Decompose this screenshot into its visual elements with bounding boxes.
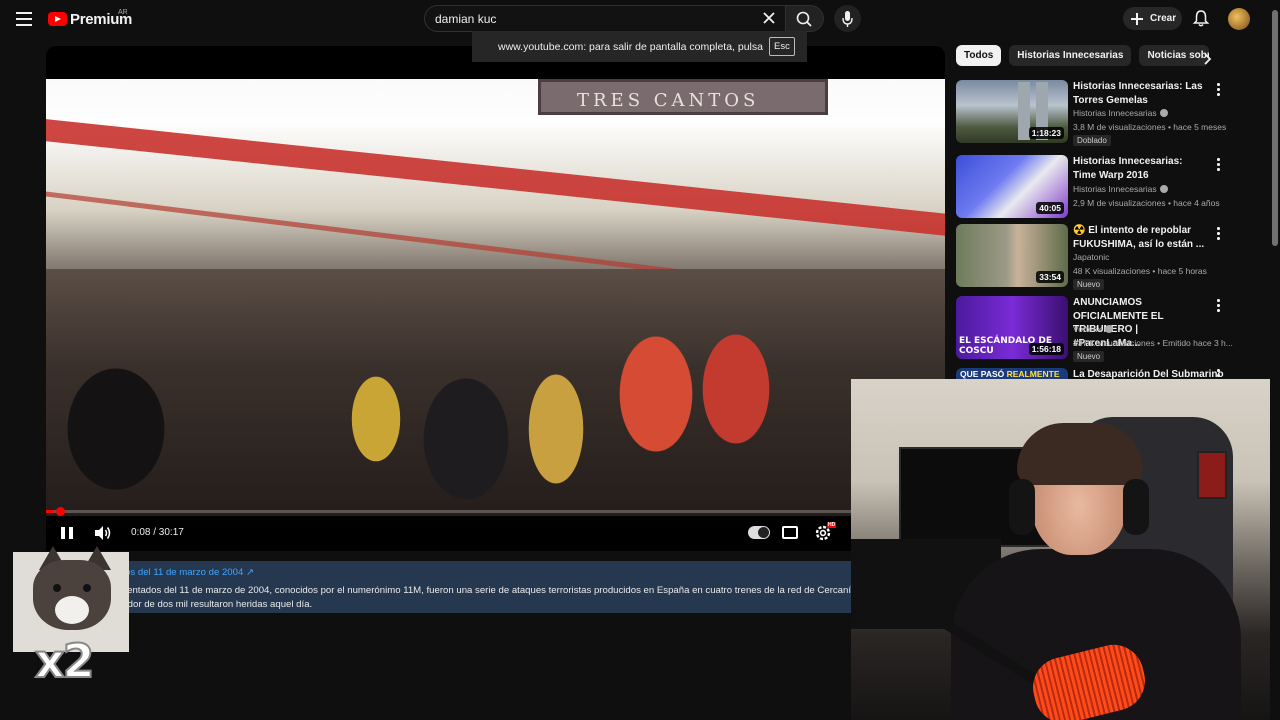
duration-badge: 40:05	[1036, 202, 1064, 214]
scrollbar-thumb[interactable]	[1272, 10, 1278, 246]
video-title[interactable]: Historias Innecesarias: Las Torres Gemel…	[1073, 80, 1205, 107]
recommendation-item[interactable]: 40:05 Historias Innecesarias: Time Warp …	[956, 155, 1226, 219]
youtube-play-icon	[48, 12, 67, 26]
plus-icon	[1131, 12, 1143, 25]
player-controls: 0:08 / 30:17 HD	[46, 518, 945, 551]
video-meta: 48 K visualizaciones • hace 5 horas	[1073, 266, 1207, 276]
info-panel-text-2: alrededor de dos mil resultaron heridas …	[101, 599, 313, 610]
volume-icon[interactable]	[93, 524, 113, 542]
video-meta: 2,9 M de visualizaciones • hace 4 años	[1073, 198, 1220, 208]
fullscreen-exit-toast: www.youtube.com: para salir de pantalla …	[472, 31, 807, 62]
region-code: AR	[118, 9, 128, 16]
channel-name[interactable]: Historias Innecesarias	[1073, 184, 1168, 194]
recommendation-item[interactable]: EL ESCÁNDALO DE COSCU 1:56:18 ANUNCIAMOS…	[956, 296, 1233, 364]
more-options-icon[interactable]	[1214, 369, 1222, 379]
video-player[interactable]: TRES CANTOS 0:08 / 30:17 HD	[46, 46, 945, 551]
video-title[interactable]: ☢️ El intento de repoblar FUKUSHIMA, así…	[1073, 224, 1205, 251]
recommendation-item[interactable]: 1:18:23 Historias Innecesarias: Las Torr…	[956, 80, 1226, 148]
video-title[interactable]: Historias Innecesarias: Time Warp 2016	[1073, 155, 1205, 182]
create-button[interactable]: Crear	[1123, 7, 1182, 30]
video-thumbnail[interactable]: EL ESCÁNDALO DE COSCU 1:56:18	[956, 296, 1068, 359]
video-thumbnail[interactable]: QUE PASÓ REALMENTE	[956, 368, 1068, 379]
more-options-icon[interactable]	[1214, 83, 1222, 97]
search-box	[424, 5, 786, 32]
progress-scrubber[interactable]	[56, 507, 65, 516]
dubbed-badge: Doblado	[1073, 135, 1111, 146]
microphone-icon	[842, 11, 853, 27]
autoplay-toggle[interactable]	[748, 526, 770, 539]
avatar[interactable]	[1228, 8, 1250, 30]
progress-bar[interactable]	[46, 507, 945, 516]
esc-key: Esc	[768, 37, 795, 56]
thumbnail-text: QUE PASÓ REALMENTE	[960, 369, 1060, 379]
info-panel-text: Los atentados del 11 de marzo de 2004, c…	[101, 585, 852, 596]
voice-search-button[interactable]	[834, 5, 861, 32]
channel-name[interactable]: Vorterix	[1073, 324, 1113, 334]
recommendation-item[interactable]: QUE PASÓ REALMENTE La Desaparición Del S…	[956, 368, 1226, 379]
channel-name[interactable]: Japatonic	[1073, 252, 1109, 262]
video-frame[interactable]: TRES CANTOS	[46, 79, 945, 516]
station-sign: TRES CANTOS	[538, 79, 828, 115]
duration-badge: 33:54	[1036, 271, 1064, 283]
chevron-right-icon[interactable]	[1200, 52, 1214, 66]
page-scrollbar[interactable]	[1270, 0, 1280, 720]
time-display: 0:08 / 30:17	[131, 527, 184, 538]
new-badge: Nuevo	[1073, 351, 1105, 362]
video-thumbnail[interactable]: 33:54	[956, 224, 1068, 287]
channel-name[interactable]: Historias Innecesarias	[1073, 108, 1168, 118]
more-options-icon[interactable]	[1214, 227, 1222, 241]
hd-badge: HD	[827, 522, 837, 528]
hamburger-menu-icon[interactable]	[14, 9, 34, 29]
video-thumbnail[interactable]: 40:05	[956, 155, 1068, 218]
streamer-webcam-overlay	[851, 379, 1280, 720]
progress-fill	[46, 510, 53, 513]
video-meta: 3,8 M de visualizaciones • hace 5 meses	[1073, 122, 1227, 132]
crowd-scene	[46, 269, 945, 516]
subtitles-icon[interactable]	[782, 526, 798, 539]
verified-icon	[1159, 109, 1168, 117]
more-options-icon[interactable]	[1214, 299, 1222, 313]
more-options-icon[interactable]	[1214, 158, 1222, 172]
toast-text: www.youtube.com: para salir de pantalla …	[498, 40, 763, 53]
bell-icon[interactable]	[1192, 9, 1210, 28]
close-icon[interactable]	[760, 9, 778, 27]
video-thumbnail[interactable]: 1:18:23	[956, 80, 1068, 143]
search-icon	[796, 11, 812, 27]
new-badge: Nuevo	[1073, 279, 1105, 290]
recommendation-item[interactable]: 33:54 ☢️ El intento de repoblar FUKUSHIM…	[956, 224, 1226, 292]
verified-icon	[1104, 325, 1113, 333]
search-button[interactable]	[786, 5, 824, 32]
create-label: Crear	[1150, 13, 1177, 24]
multiplier-label: x2	[34, 633, 96, 689]
chip-historias-innecesarias[interactable]: Historias Innecesarias	[1009, 45, 1132, 66]
headset-icon	[1009, 479, 1035, 535]
info-panel: Atentados del 11 de marzo de 2004 ↗ Los …	[46, 561, 852, 613]
duration-badge: 1:56:18	[1028, 343, 1064, 355]
chip-noticias[interactable]: Noticias sobre	[1139, 45, 1210, 66]
video-title[interactable]: La Desaparición Del Submarino	[1073, 368, 1224, 379]
search-input[interactable]	[435, 6, 755, 31]
pause-icon[interactable]	[60, 525, 74, 541]
video-meta: 137 K visualizaciones • Emitido hace 3 h…	[1073, 338, 1233, 348]
filter-chips: Todos Historias Innecesarias Noticias so…	[956, 45, 1210, 67]
verified-icon	[1159, 185, 1168, 193]
cat-emote-overlay: x2	[13, 546, 129, 689]
chip-todos[interactable]: Todos	[956, 45, 1002, 66]
duration-badge: 1:18:23	[1028, 127, 1064, 139]
